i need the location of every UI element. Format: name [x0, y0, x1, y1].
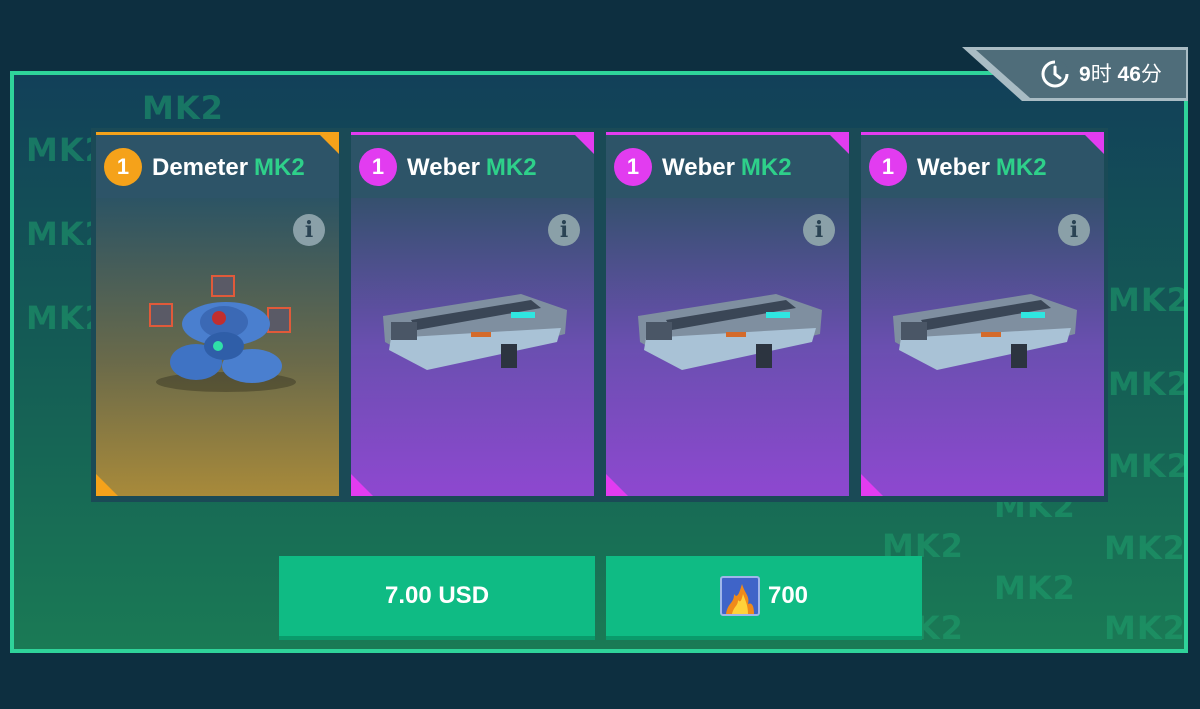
buy-with-currency-button[interactable]: 700: [606, 556, 922, 640]
mk2-watermark: MK2: [994, 569, 1076, 607]
mk2-watermark: MK2: [1108, 365, 1188, 403]
quantity-badge: 1: [869, 148, 907, 186]
item-tier: MK2: [995, 154, 1047, 181]
timer-text: 9时 46分: [1079, 60, 1162, 90]
clock-icon: [1041, 60, 1069, 88]
item-card-weber[interactable]: 1 Weber MK2 i: [606, 132, 849, 496]
card-title: Weber MK2: [662, 152, 792, 184]
quantity-badge: 1: [359, 148, 397, 186]
timer-hours: 9: [1079, 63, 1091, 86]
mk2-watermark: MK2: [1104, 529, 1186, 567]
weber-weapon-icon: [383, 294, 567, 370]
item-name: Weber: [917, 154, 990, 181]
rarity-corner: [827, 132, 849, 154]
item-card-weber[interactable]: 1 Weber MK2 i: [351, 132, 594, 496]
item-card-weber[interactable]: 1 Weber MK2 i: [861, 132, 1104, 496]
rarity-corner: [572, 132, 594, 154]
info-icon[interactable]: i: [803, 214, 835, 246]
currency-amount: 700: [767, 582, 809, 609]
timer-minutes: 46: [1117, 63, 1141, 86]
offer-screen: MK2 MK2 MK2 MK2 MK2 MK2 MK2 MK2 MK2 MK2 …: [0, 0, 1200, 709]
card-header: 1 Demeter MK2: [96, 132, 339, 198]
card-header: 1 Weber MK2: [606, 132, 849, 198]
card-body: i: [606, 198, 849, 496]
card-header: 1 Weber MK2: [861, 132, 1104, 198]
card-title: Demeter MK2: [152, 152, 305, 184]
card-header: 1 Weber MK2: [351, 132, 594, 198]
quantity-badge: 1: [104, 148, 142, 186]
mk2-watermark: MK2: [1104, 609, 1186, 647]
rarity-corner: [1082, 132, 1104, 154]
info-icon[interactable]: i: [1058, 214, 1090, 246]
card-body: i: [351, 198, 594, 496]
demeter-robot-icon: [149, 275, 296, 392]
info-icon[interactable]: i: [548, 214, 580, 246]
mk2-watermark: MK2: [1108, 447, 1188, 485]
timer-hours-unit: 时: [1090, 63, 1112, 86]
premium-currency-icon: [719, 576, 760, 616]
price-label: 7.00 USD: [384, 582, 490, 609]
weber-weapon-icon: [893, 294, 1077, 370]
mk2-watermark: MK2: [1108, 281, 1188, 319]
timer-minutes-unit: 分: [1140, 63, 1162, 86]
item-tier: MK2: [485, 154, 537, 181]
item-name: Weber: [407, 154, 480, 181]
item-name: Demeter: [152, 154, 249, 181]
quantity-badge: 1: [614, 148, 652, 186]
card-title: Weber MK2: [917, 152, 1047, 184]
rarity-corner: [351, 474, 373, 496]
weber-weapon-icon: [638, 294, 822, 370]
item-name: Weber: [662, 154, 735, 181]
item-tier: MK2: [740, 154, 792, 181]
rarity-corner: [96, 474, 118, 496]
buy-with-money-button[interactable]: 7.00 USD: [279, 556, 595, 640]
rarity-corner: [606, 474, 628, 496]
card-body: i: [96, 198, 339, 496]
card-body: i: [861, 198, 1104, 496]
card-title: Weber MK2: [407, 152, 537, 184]
item-tier: MK2: [254, 154, 305, 181]
item-card-demeter[interactable]: 1 Demeter MK2 i: [96, 132, 339, 496]
info-icon[interactable]: i: [293, 214, 325, 246]
rarity-corner: [861, 474, 883, 496]
mk2-watermark: MK2: [142, 89, 224, 127]
rarity-corner: [317, 132, 339, 154]
